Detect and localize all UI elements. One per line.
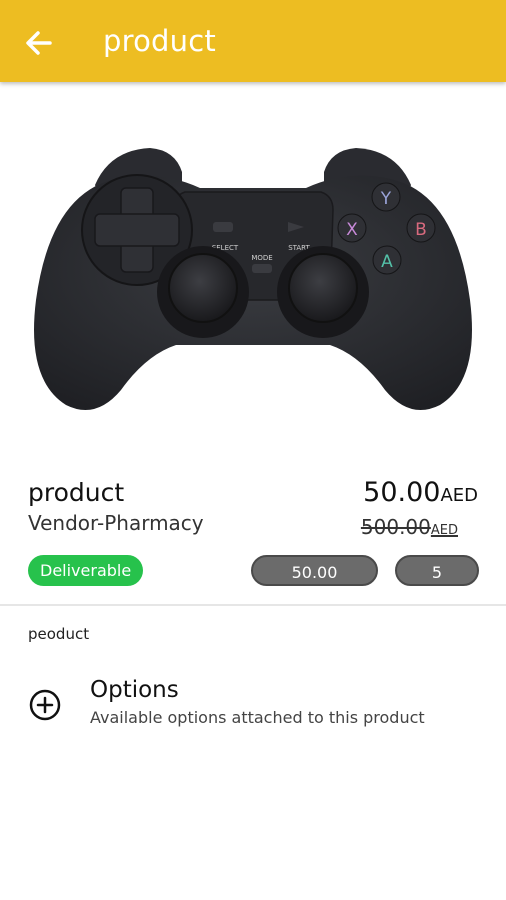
plus-circle-icon — [29, 689, 61, 721]
svg-text:X: X — [346, 220, 358, 240]
product-description: peoduct — [28, 625, 90, 643]
options-title: Options — [90, 677, 179, 703]
vendor-name: Vendor-Pharmacy — [28, 511, 204, 535]
deliverable-badge: Deliverable — [28, 555, 144, 586]
divider — [0, 604, 506, 606]
options-row[interactable]: Options Available options attached to th… — [0, 672, 506, 736]
old-price: 500.00AED — [361, 515, 458, 539]
items-chip: 5 Items — [395, 555, 479, 613]
svg-text:MODE: MODE — [251, 254, 272, 262]
product-name: product — [28, 478, 125, 507]
back-button[interactable] — [22, 26, 56, 60]
options-subtitle: Available options attached to this produ… — [90, 708, 425, 727]
old-price-value: 500.00 — [360, 515, 431, 539]
page-title: product — [103, 24, 216, 58]
app-bar: product — [0, 0, 506, 82]
svg-text:B: B — [415, 220, 427, 240]
price: 50.00AED — [363, 477, 478, 508]
old-price-currency: AED — [430, 523, 458, 538]
price-value: 50.00 — [363, 477, 441, 508]
svg-text:Y: Y — [380, 189, 392, 209]
price-currency: AED — [440, 485, 478, 506]
svg-text:A: A — [381, 252, 393, 272]
games-chip: 50.00 games — [251, 555, 378, 613]
product-image: Y X B A SELECT START MODE — [34, 148, 472, 410]
arrow-left-icon — [26, 31, 52, 55]
